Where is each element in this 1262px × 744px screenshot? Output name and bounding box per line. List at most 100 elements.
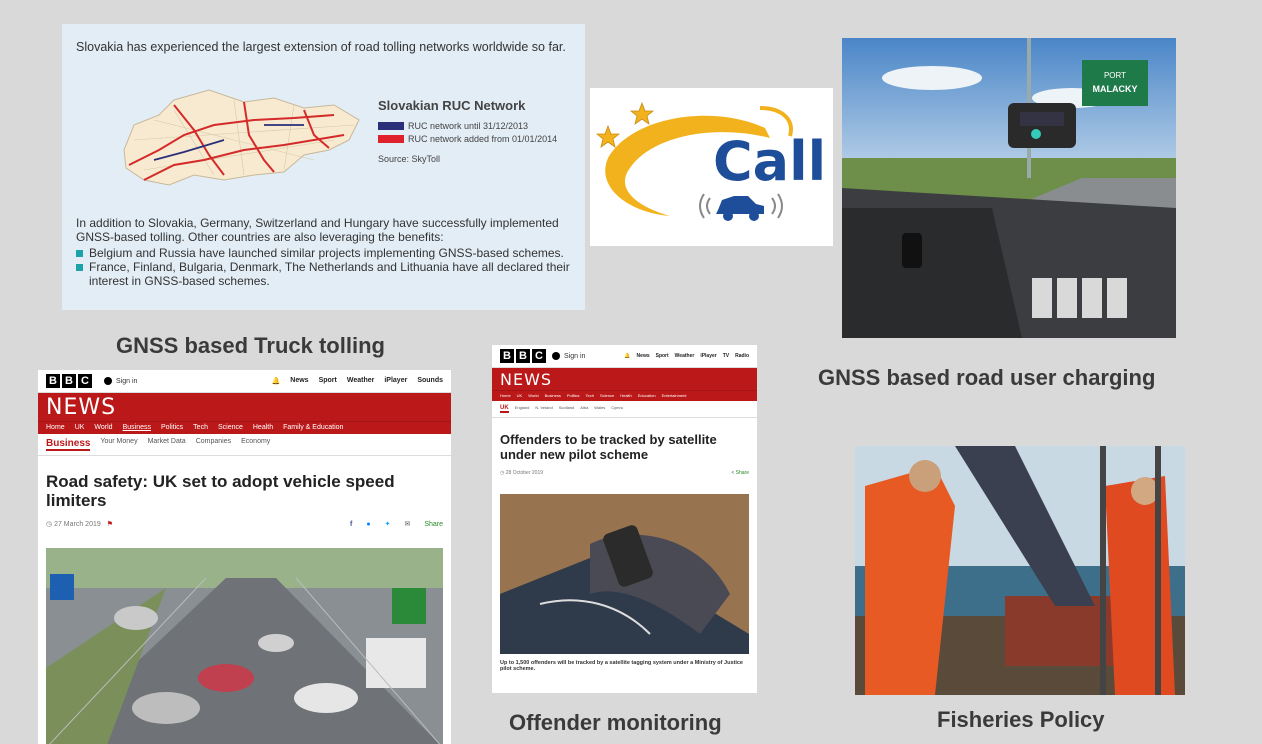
bullet-text: Belgium and Russia have launched similar… bbox=[89, 246, 564, 260]
subnav-item[interactable]: Market Data bbox=[148, 438, 186, 451]
legend-title: Slovakian RUC Network bbox=[378, 98, 526, 113]
slovakia-body: In addition to Slovakia, Germany, Switze… bbox=[76, 216, 581, 288]
bbc-logo-letter: C bbox=[78, 374, 92, 388]
bbc-top-nav: 🔔 News Sport Weather iPlayer TV Radio bbox=[624, 353, 749, 359]
menu-item[interactable]: Science bbox=[600, 393, 614, 398]
subnav-item[interactable]: Scotland bbox=[559, 405, 575, 413]
nav-news[interactable]: News bbox=[290, 377, 308, 385]
nav-iplayer[interactable]: iPlayer bbox=[700, 353, 716, 359]
article-date: 27 March 2019 bbox=[54, 520, 101, 528]
nav-weather[interactable]: Weather bbox=[675, 353, 695, 359]
menu-item[interactable]: Health bbox=[253, 424, 273, 431]
menu-item[interactable]: World bbox=[94, 424, 112, 431]
share-button[interactable]: < Share bbox=[731, 470, 749, 476]
truck-cabin-photo: PORT MALACKY bbox=[842, 38, 1176, 338]
subnav-item[interactable]: Your Money bbox=[100, 438, 137, 451]
menu-item[interactable]: Politics bbox=[161, 424, 183, 431]
fisheries-photo bbox=[855, 446, 1185, 695]
nav-radio[interactable]: Radio bbox=[735, 353, 749, 359]
map-source: Source: SkyToll bbox=[378, 154, 441, 164]
twitter-icon[interactable]: ✦ bbox=[385, 520, 391, 528]
nav-sounds[interactable]: Sounds bbox=[417, 377, 443, 385]
caption-offender-monitoring: Offender monitoring bbox=[509, 710, 722, 735]
bbc-logo-letter: B bbox=[516, 349, 530, 363]
subnav-item[interactable]: Wales bbox=[594, 405, 605, 413]
facebook-icon[interactable]: f bbox=[350, 521, 352, 528]
fishing-deck-image bbox=[855, 446, 1185, 695]
menu-item[interactable]: Family & Education bbox=[283, 424, 343, 431]
nav-iplayer[interactable]: iPlayer bbox=[384, 377, 407, 385]
article-headline: Offenders to be tracked by satellite und… bbox=[500, 432, 717, 462]
news-banner: NEWS Home UK World Business Politics Tec… bbox=[38, 393, 451, 434]
nav-sport[interactable]: Sport bbox=[656, 353, 669, 359]
bell-icon[interactable]: 🔔 bbox=[624, 353, 630, 359]
news-title[interactable]: NEWS bbox=[492, 368, 757, 390]
subnav-active[interactable]: Business bbox=[46, 438, 91, 451]
menu-item[interactable]: Tech bbox=[586, 393, 594, 398]
bullet-item: France, Finland, Bulgaria, Denmark, The … bbox=[76, 260, 581, 288]
ecall-text: Call bbox=[713, 130, 827, 193]
news-menu: Home UK World Business Politics Tech Sci… bbox=[38, 421, 451, 434]
sign-in-link[interactable]: Sign in bbox=[552, 352, 585, 360]
truck-cabin-image: PORT MALACKY bbox=[842, 38, 1176, 338]
nav-sport[interactable]: Sport bbox=[319, 377, 337, 385]
legend-swatch-blue bbox=[378, 122, 404, 130]
menu-item[interactable]: Business bbox=[545, 393, 561, 398]
bbc-logo-letter: B bbox=[62, 374, 76, 388]
messenger-icon[interactable]: ● bbox=[366, 521, 370, 528]
bbc-topbar: B B C Sign in 🔔 News Sport Weather iPlay… bbox=[38, 370, 451, 393]
slovakia-ruc-panel: Slovakia has experienced the largest ext… bbox=[62, 24, 585, 310]
body-paragraph: In addition to Slovakia, Germany, Switze… bbox=[76, 216, 559, 244]
menu-item[interactable]: Science bbox=[218, 424, 243, 431]
road-sign-line1: PORT bbox=[1104, 71, 1126, 80]
menu-item[interactable]: Home bbox=[500, 393, 511, 398]
nav-weather[interactable]: Weather bbox=[347, 377, 375, 385]
share-bar: f ● ✦ ✉ Share bbox=[350, 520, 443, 529]
subnav-active[interactable]: UK bbox=[500, 405, 509, 413]
bbc-logo[interactable]: B B C bbox=[500, 349, 546, 363]
menu-item[interactable]: Politics bbox=[567, 393, 580, 398]
menu-item[interactable]: Health bbox=[620, 393, 632, 398]
caption-truck-tolling: GNSS based Truck tolling bbox=[116, 333, 385, 358]
article-headline: Road safety: UK set to adopt vehicle spe… bbox=[46, 472, 395, 510]
bell-icon[interactable]: 🔔 bbox=[272, 377, 281, 385]
section-subnav: UK England N. Ireland Scotland Alba Wale… bbox=[492, 401, 757, 418]
flag-icon: ⚑ bbox=[106, 521, 114, 528]
bbc-logo[interactable]: B B C bbox=[46, 374, 92, 388]
user-icon bbox=[552, 352, 560, 360]
bbc-article-speed-limiters: B B C Sign in 🔔 News Sport Weather iPlay… bbox=[38, 370, 451, 744]
bbc-article-offenders: B B C Sign in 🔔 News Sport Weather iPlay… bbox=[492, 345, 757, 693]
sign-in-link[interactable]: Sign in bbox=[104, 377, 137, 385]
subnav-item[interactable]: Cymru bbox=[611, 405, 623, 413]
menu-item[interactable]: Tech bbox=[193, 424, 208, 431]
legend-item: RUC network added from 01/01/2014 bbox=[378, 134, 557, 144]
bullet-item: Belgium and Russia have launched similar… bbox=[76, 246, 581, 260]
subnav-item[interactable]: England bbox=[515, 405, 530, 413]
share-label: Share bbox=[735, 470, 749, 476]
bbc-logo-letter: B bbox=[500, 349, 514, 363]
article-meta: ◷ 28 October 2019 < Share bbox=[492, 470, 757, 476]
news-title[interactable]: NEWS bbox=[38, 393, 451, 421]
section-subnav: Business Your Money Market Data Companie… bbox=[38, 434, 451, 456]
share-button[interactable]: Share bbox=[424, 521, 443, 528]
menu-item[interactable]: World bbox=[528, 393, 538, 398]
menu-item[interactable]: UK bbox=[75, 424, 85, 431]
menu-item[interactable]: Education bbox=[638, 393, 656, 398]
email-icon[interactable]: ✉ bbox=[404, 520, 410, 528]
menu-item[interactable]: UK bbox=[517, 393, 523, 398]
bbc-top-nav: 🔔 News Sport Weather iPlayer Sounds bbox=[272, 377, 443, 385]
subnav-item[interactable]: Economy bbox=[241, 438, 270, 451]
legend-label: RUC network added from 01/01/2014 bbox=[408, 134, 558, 144]
subnav-item[interactable]: Companies bbox=[196, 438, 231, 451]
nav-news[interactable]: News bbox=[637, 353, 650, 359]
menu-item[interactable]: Home bbox=[46, 424, 65, 431]
menu-item[interactable]: Entertainment bbox=[662, 393, 687, 398]
legend-label: RUC network until 31/12/2013 bbox=[408, 121, 529, 131]
slovakia-network-map bbox=[123, 89, 360, 186]
subnav-item[interactable]: N. Ireland bbox=[535, 405, 552, 413]
nav-tv[interactable]: TV bbox=[723, 353, 729, 359]
subnav-item[interactable]: Alba bbox=[580, 405, 588, 413]
legend-item: RUC network until 31/12/2013 bbox=[378, 121, 528, 131]
user-icon bbox=[104, 377, 112, 385]
menu-item[interactable]: Business bbox=[123, 424, 151, 431]
